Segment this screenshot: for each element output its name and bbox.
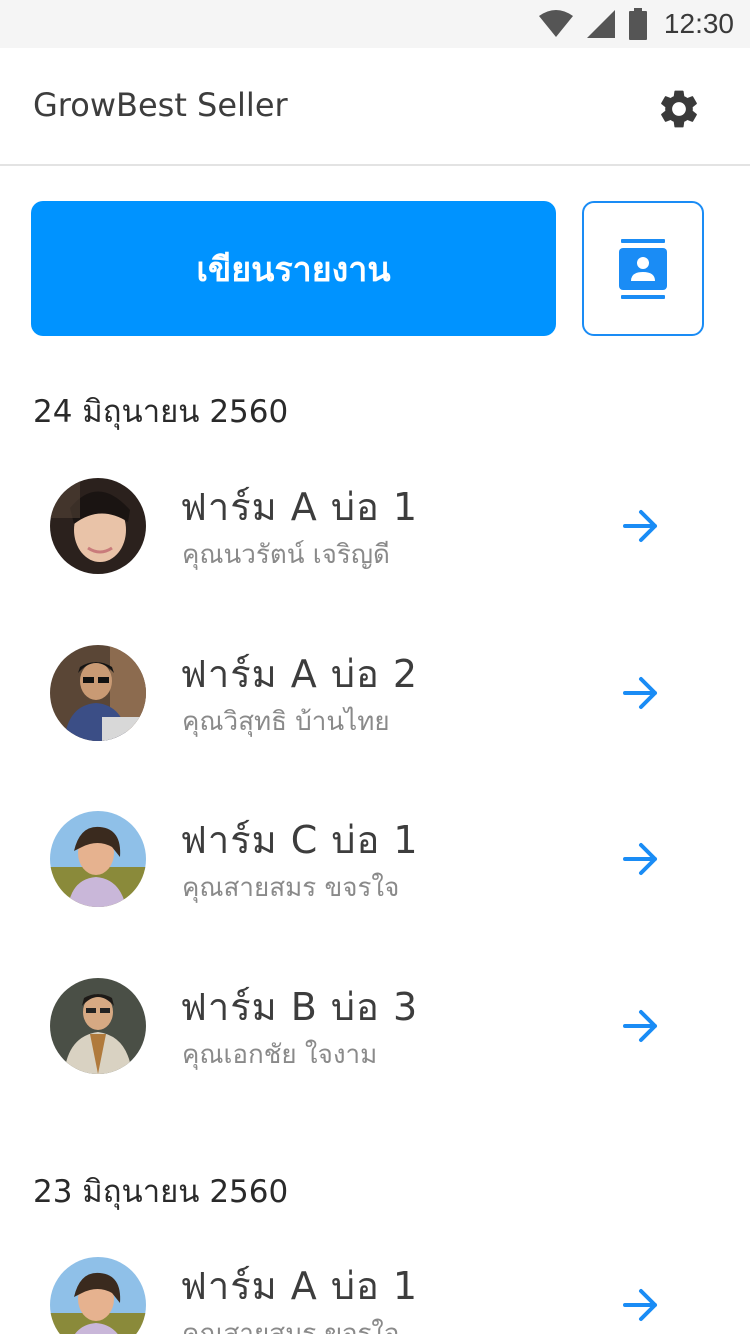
status-icons: 12:30 <box>538 0 734 48</box>
arrow-right-icon <box>623 510 657 542</box>
write-report-button[interactable]: เขียนรายงาน <box>31 201 556 336</box>
farm-pond-title: ฟาร์ม A บ่อ 1 <box>180 1264 419 1308</box>
contacts-button[interactable] <box>582 201 704 336</box>
app-title: GrowBest Seller <box>33 86 288 124</box>
report-list-item[interactable]: ฟาร์ม C บ่อ 1 คุณสายสมร ขจรใจ <box>0 811 750 951</box>
farm-pond-title: ฟาร์ม A บ่อ 1 <box>180 485 419 529</box>
status-time: 12:30 <box>663 8 734 39</box>
owner-name: คุณสายสมร ขจรใจ <box>182 1319 400 1334</box>
battery-icon <box>628 8 647 40</box>
avatar <box>50 1257 146 1334</box>
report-list-item[interactable]: ฟาร์ม A บ่อ 1 คุณนวรัตน์ เจริญดี <box>0 478 750 618</box>
arrow-right-icon <box>623 1289 657 1321</box>
date-header: 23 มิถุนายน 2560 <box>33 1174 289 1210</box>
avatar <box>50 811 146 907</box>
app-bar: GrowBest Seller <box>0 48 750 166</box>
arrow-right-icon <box>623 677 657 709</box>
report-list-item[interactable]: ฟาร์ม A บ่อ 1 คุณสายสมร ขจรใจ <box>0 1257 750 1334</box>
report-list-item[interactable]: ฟาร์ม A บ่อ 2 คุณวิสุทธิ บ้านไทย <box>0 645 750 785</box>
owner-name: คุณสายสมร ขจรใจ <box>182 873 400 903</box>
wifi-icon <box>538 10 573 37</box>
arrow-right-icon <box>623 843 657 875</box>
avatar <box>50 478 146 574</box>
avatar <box>50 978 146 1074</box>
settings-button[interactable] <box>652 82 706 136</box>
farm-pond-title: ฟาร์ม A บ่อ 2 <box>180 652 419 696</box>
owner-name: คุณเอกชัย ใจงาม <box>182 1040 378 1070</box>
date-header: 24 มิถุนายน 2560 <box>33 394 289 430</box>
contacts-icon <box>619 238 667 299</box>
farm-pond-title: ฟาร์ม B บ่อ 3 <box>180 985 419 1029</box>
farm-pond-title: ฟาร์ม C บ่อ 1 <box>180 818 419 862</box>
gear-icon <box>661 90 697 128</box>
report-list-item[interactable]: ฟาร์ม B บ่อ 3 คุณเอกชัย ใจงาม <box>0 978 750 1118</box>
avatar <box>50 645 146 741</box>
arrow-right-icon <box>623 1010 657 1042</box>
owner-name: คุณวิสุทธิ บ้านไทย <box>182 707 390 737</box>
status-bar: 12:30 <box>0 0 750 48</box>
signal-icon <box>586 10 615 38</box>
owner-name: คุณนวรัตน์ เจริญดี <box>182 540 390 570</box>
